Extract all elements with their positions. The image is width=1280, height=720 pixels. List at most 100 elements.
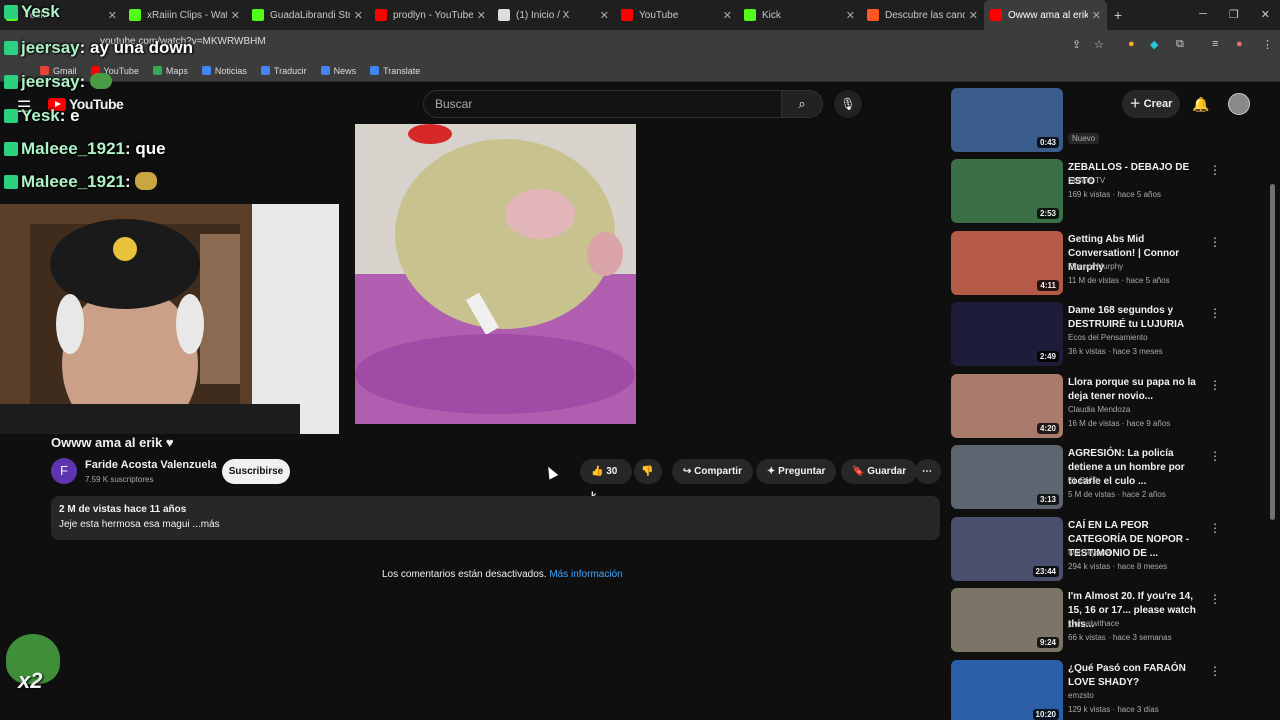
chat-username: Yesk	[21, 2, 60, 21]
tab-title: Owww ama al erik ♥	[1008, 9, 1088, 21]
recommendation-item[interactable]: 2:49 Dame 168 segundos y DESTRUIRÉ tu LU…	[951, 302, 1231, 368]
tab-favicon-icon	[375, 9, 387, 21]
more-vertical-icon[interactable]: ⋮	[1209, 592, 1221, 606]
more-horizontal-icon: ⋯	[922, 466, 932, 477]
browser-tab[interactable]: xRaiiin Clips - Watch ✕	[123, 0, 246, 30]
recommendation-channel: Connor Murphy	[1068, 262, 1124, 271]
save-button[interactable]: 🔖 Guardar	[841, 459, 918, 484]
video-thumbnail[interactable]: 2:49	[951, 302, 1063, 366]
browser-tab[interactable]: GuadaLibrandi Stream ✕	[246, 0, 369, 30]
more-vertical-icon[interactable]: ⋮	[1209, 378, 1221, 392]
subscribe-button[interactable]: Suscribirse	[222, 459, 290, 484]
more-vertical-icon[interactable]: ⋮	[1209, 664, 1221, 678]
recommendation-item[interactable]: 0:43 Nuevo	[951, 88, 1231, 154]
video-thumbnail[interactable]: 2:53	[951, 159, 1063, 223]
video-thumbnail[interactable]: 4:20	[951, 374, 1063, 438]
browser-tab[interactable]: (1) Inicio / X ✕	[492, 0, 615, 30]
mouse-cursor-icon	[543, 464, 559, 480]
video-thumbnail[interactable]: 23:44	[951, 517, 1063, 581]
tab-favicon-icon	[621, 9, 633, 21]
video-thumbnail[interactable]: 9:24	[951, 588, 1063, 652]
close-icon[interactable]: ✕	[846, 9, 855, 22]
recommendation-item[interactable]: 3:13 AGRESIÓN: La policía detiene a un h…	[951, 445, 1231, 511]
more-info-link[interactable]: Más información	[549, 569, 622, 580]
recommendation-item[interactable]: 10:20 ¿Qué Pasó con FARAÓN LOVE SHADY? e…	[951, 660, 1231, 720]
browser-tab[interactable]: Descubre las cancion ✕	[861, 0, 984, 30]
more-vertical-icon[interactable]: ⋮	[1209, 449, 1221, 463]
scrollbar[interactable]	[1270, 84, 1276, 720]
account-avatar[interactable]	[1228, 93, 1250, 115]
maps-icon	[152, 65, 162, 75]
video-player[interactable]	[355, 124, 636, 424]
like-button[interactable]: 👍 30 k	[580, 459, 632, 502]
profile-icon[interactable]: ●	[1236, 38, 1243, 50]
extension-icon[interactable]: ◆	[1150, 38, 1158, 51]
browser-tab-active[interactable]: Owww ama al erik ♥ ✕	[984, 0, 1107, 30]
share-button[interactable]: ↪ Compartir	[672, 459, 753, 484]
chat-badge-icon	[4, 75, 18, 89]
bookmark-translate[interactable]: Translate	[370, 65, 420, 76]
channel-name[interactable]: Faride Acosta Valenzuela	[85, 459, 217, 471]
dislike-button[interactable]: 👎	[634, 459, 662, 484]
more-vertical-icon[interactable]: ⋮	[1209, 521, 1221, 535]
more-vertical-icon[interactable]: ⋮	[1209, 163, 1221, 177]
recommendation-item[interactable]: 2:53 ZEBALLOS - DEBAJO DE ESTO Stelars T…	[951, 159, 1231, 225]
close-icon[interactable]: ✕	[231, 9, 240, 22]
recommendation-item[interactable]: 9:24 I'm Almost 20. If you're 14, 15, 16…	[951, 588, 1231, 654]
new-badge: Nuevo	[1068, 133, 1100, 144]
extensions-puzzle-icon[interactable]: ⧉	[1176, 38, 1184, 51]
search-button[interactable]: ⌕	[781, 90, 823, 118]
tab-favicon-icon	[744, 9, 756, 21]
voice-search-button[interactable]: 🎙	[834, 90, 862, 118]
video-duration: 4:11	[1037, 280, 1059, 291]
video-thumbnail[interactable]: 3:13	[951, 445, 1063, 509]
bookmarks-bar: Gmail YouTube Maps Noticias Traducir New…	[0, 60, 1280, 82]
browser-tab[interactable]: YouTube ✕	[615, 0, 738, 30]
extension-icon[interactable]: ●	[1128, 38, 1135, 50]
video-duration: 0:43	[1036, 137, 1059, 148]
scrollbar-thumb[interactable]	[1270, 184, 1275, 520]
video-thumbnail[interactable]: 10:20	[951, 660, 1063, 720]
recommendation-item[interactable]: 4:11 Getting Abs Mid Conversation! | Con…	[951, 231, 1231, 297]
chat-message: Maleee_1921:	[4, 172, 158, 192]
chat-badge-icon	[4, 175, 18, 189]
recommendation-channel: IvanTeysera	[1068, 548, 1112, 557]
description-box[interactable]: 2 M de vistas hace 11 años Jeje esta her…	[51, 496, 940, 540]
ask-button[interactable]: ✦ Preguntar	[756, 459, 837, 484]
comments-disabled-notice: Los comentarios están desactivados. Más …	[382, 569, 623, 580]
bookmark-traducir[interactable]: Traducir	[260, 65, 307, 76]
recommendation-item[interactable]: 4:20 Llora porque su papa no la deja ten…	[951, 374, 1231, 440]
new-tab-button[interactable]: +	[1107, 7, 1129, 23]
video-thumbnail[interactable]: 4:11	[951, 231, 1063, 295]
browser-tab[interactable]: prodlyn - YouTube ✕	[369, 0, 492, 30]
bookmark-maps[interactable]: Maps	[152, 65, 188, 76]
close-icon[interactable]: ✕	[723, 9, 732, 22]
recommendation-title: Llora porque su papa no la deja tener no…	[1068, 377, 1196, 402]
maximize-icon[interactable]: ❐	[1229, 8, 1239, 21]
close-icon[interactable]: ✕	[477, 9, 486, 22]
media-icon[interactable]: ≡	[1212, 38, 1218, 50]
more-vertical-icon[interactable]: ⋮	[1209, 306, 1221, 320]
browser-tab[interactable]: Kick ✕	[738, 0, 861, 30]
search-input[interactable]: Buscar	[423, 90, 782, 118]
close-icon[interactable]: ✕	[969, 9, 978, 22]
recommendation-item[interactable]: 23:44 CAÍ EN LA PEOR CATEGORÍA DE NOPOR …	[951, 517, 1231, 583]
bookmark-star-icon[interactable]: ☆	[1094, 38, 1104, 51]
video-duration: 10:20	[1032, 709, 1059, 720]
close-icon[interactable]: ✕	[108, 9, 117, 22]
channel-avatar[interactable]: F	[51, 458, 77, 484]
close-icon[interactable]: ✕	[1092, 9, 1101, 22]
browser-menu-icon[interactable]: ⋮	[1262, 38, 1273, 51]
install-icon[interactable]: ⇪	[1072, 38, 1081, 51]
close-icon[interactable]: ✕	[600, 9, 609, 22]
bookmark-news[interactable]: News	[320, 65, 356, 76]
more-actions-button[interactable]: ⋯	[915, 459, 941, 484]
video-thumbnail[interactable]: 0:43	[951, 88, 1063, 152]
recommendation-channel: emzsto	[1068, 691, 1094, 700]
minimize-icon[interactable]: ─	[1199, 8, 1207, 21]
close-window-icon[interactable]: ✕	[1261, 8, 1270, 21]
sparkle-icon: ✦	[767, 466, 779, 477]
close-icon[interactable]: ✕	[354, 9, 363, 22]
more-vertical-icon[interactable]: ⋮	[1209, 235, 1221, 249]
bookmark-noticias[interactable]: Noticias	[201, 65, 247, 76]
